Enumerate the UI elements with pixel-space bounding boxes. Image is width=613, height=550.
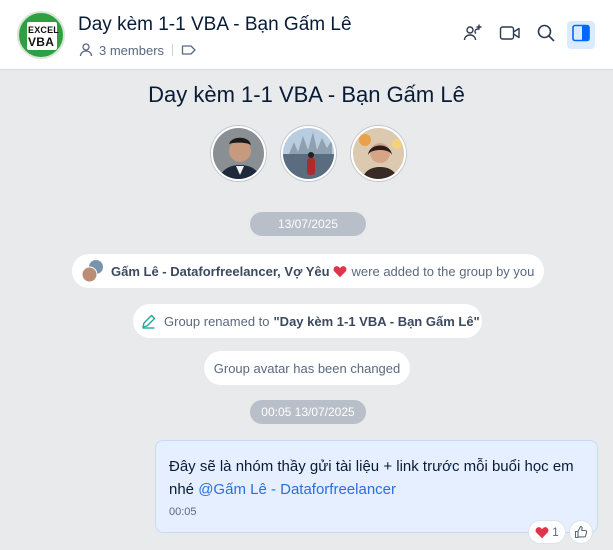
date-separator: 13/07/2025 bbox=[250, 212, 366, 236]
logo-text-vba: VBA bbox=[28, 35, 55, 49]
reaction-summary[interactable]: 1 bbox=[528, 520, 566, 544]
member-avatar[interactable] bbox=[281, 126, 336, 181]
search-icon bbox=[536, 23, 556, 48]
system-message-avatar-changed: Group avatar has been changed bbox=[204, 351, 410, 385]
members-icon[interactable] bbox=[78, 42, 94, 58]
message-text-block: Đây sẽ là nhóm thầy gửi tài liệu + link … bbox=[169, 455, 585, 501]
heart-icon bbox=[535, 526, 549, 539]
tag-icon[interactable] bbox=[181, 43, 197, 57]
pencil-icon bbox=[141, 314, 156, 329]
date-separator: 00:05 13/07/2025 bbox=[250, 400, 366, 424]
sidebar-toggle-icon bbox=[571, 23, 591, 48]
message-mention[interactable]: @Gấm Lê - Dataforfreelancer bbox=[198, 481, 396, 498]
member-avatar[interactable] bbox=[211, 126, 266, 181]
logo-text-excel: EXCEL bbox=[28, 25, 60, 35]
added-members-suffix: were added to the group by you bbox=[351, 263, 535, 279]
system-message-group-renamed: Group renamed to "Day kèm 1-1 VBA - Bạn … bbox=[133, 304, 482, 338]
like-icon bbox=[574, 525, 588, 539]
conversation-info-toggle[interactable] bbox=[567, 21, 595, 49]
message-bubble[interactable]: Đây sẽ là nhóm thầy gửi tài liệu + link … bbox=[155, 440, 598, 533]
chat-title[interactable]: Day kèm 1-1 VBA - Bạn Gấm Lê bbox=[78, 14, 352, 36]
heart-icon bbox=[333, 265, 347, 278]
message-time: 00:05 bbox=[169, 506, 197, 518]
renamed-value: "Day kèm 1-1 VBA - Bạn Gấm Lê" bbox=[273, 313, 480, 329]
reaction-count: 1 bbox=[552, 525, 559, 539]
video-call-icon bbox=[499, 24, 521, 47]
video-call-button[interactable] bbox=[496, 21, 524, 49]
like-button[interactable] bbox=[569, 520, 593, 544]
chat-meta: 3 members bbox=[78, 41, 197, 59]
meta-divider bbox=[172, 44, 174, 56]
add-member-icon bbox=[463, 23, 483, 48]
added-member-names[interactable]: Gấm Lê - Dataforfreelancer, Vợ Yêu bbox=[111, 264, 330, 279]
renamed-prefix: Group renamed to bbox=[164, 313, 270, 329]
member-avatar[interactable] bbox=[351, 126, 406, 181]
chat-header: EXCEL VBA Day kèm 1-1 VBA - Bạn Gấm Lê 3… bbox=[0, 0, 613, 70]
search-button[interactable] bbox=[532, 21, 560, 49]
group-name-heading: Day kèm 1-1 VBA - Bạn Gấm Lê bbox=[148, 82, 465, 107]
group-avatar[interactable]: EXCEL VBA bbox=[17, 11, 65, 59]
add-member-button[interactable] bbox=[459, 21, 487, 49]
system-message-members-added: Gấm Lê - Dataforfreelancer, Vợ Yêu were … bbox=[72, 254, 544, 288]
added-members-avatars bbox=[81, 259, 105, 283]
member-count[interactable]: 3 members bbox=[99, 43, 164, 58]
